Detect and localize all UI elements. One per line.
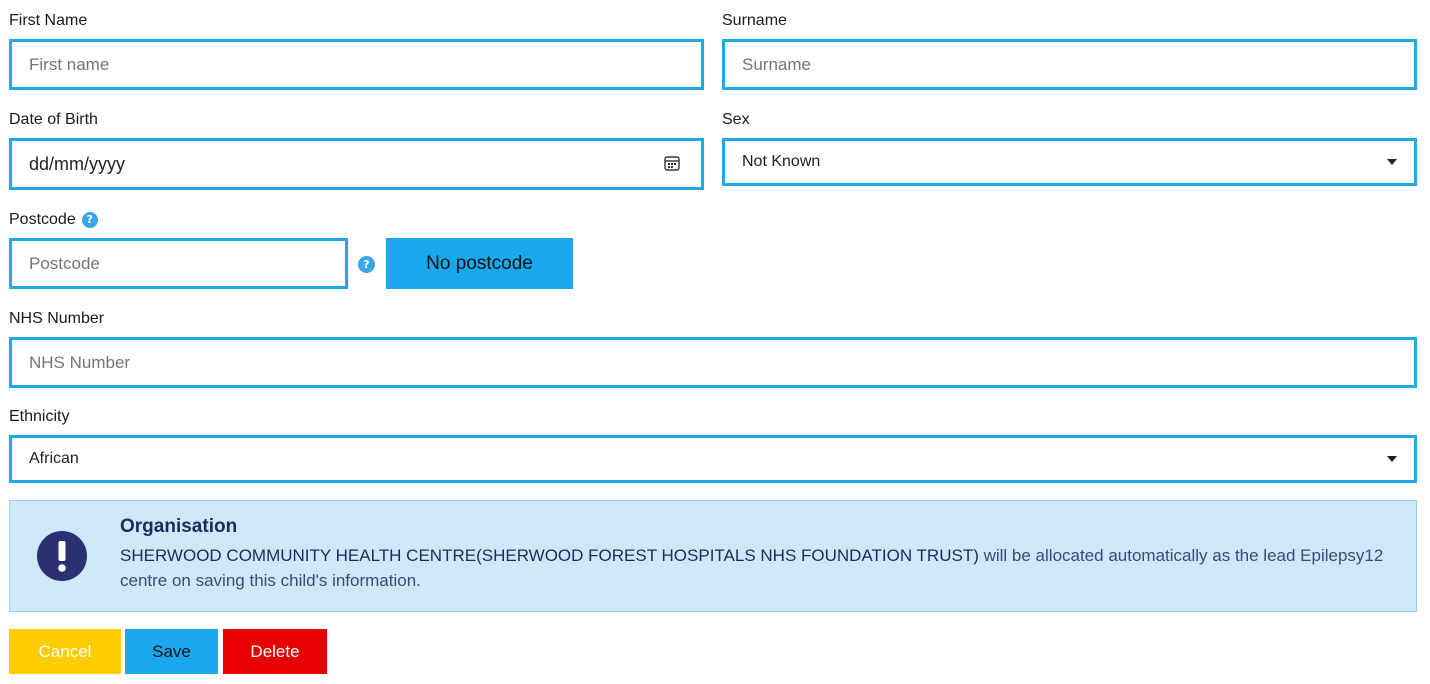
calendar-icon[interactable]: [664, 155, 680, 176]
organisation-message: SHERWOOD COMMUNITY HEALTH CENTRE(SHERWOO…: [120, 543, 1390, 593]
ethnicity-select[interactable]: African: [9, 435, 1417, 483]
register-child-form: First Name Surname Date of Birth dd/mm/y…: [0, 0, 1430, 684]
dob-input[interactable]: dd/mm/yyyy: [9, 138, 704, 190]
nhs-number-input[interactable]: [9, 337, 1417, 388]
sex-select[interactable]: Not Known: [722, 138, 1417, 186]
postcode-input[interactable]: [9, 238, 348, 289]
delete-button[interactable]: Delete: [223, 629, 327, 674]
organisation-name: SHERWOOD COMMUNITY HEALTH CENTRE(SHERWOO…: [120, 546, 979, 565]
question-circle-icon[interactable]: ?: [81, 212, 98, 228]
postcode-label: Postcode: [9, 211, 76, 228]
sex-value: Not Known: [742, 153, 821, 170]
postcode-label-row: Postcode ?: [9, 210, 98, 230]
ethnicity-value: African: [29, 450, 79, 467]
dob-label: Date of Birth: [9, 111, 98, 128]
organisation-title: Organisation: [120, 516, 238, 537]
ethnicity-label: Ethnicity: [9, 408, 70, 425]
chevron-down-icon: [1387, 456, 1397, 462]
nhs-number-label: NHS Number: [9, 310, 105, 327]
chevron-down-icon: [1387, 159, 1397, 165]
surname-input[interactable]: [722, 39, 1417, 90]
organisation-info-box: Organisation SHERWOOD COMMUNITY HEALTH C…: [9, 500, 1417, 612]
first-name-label: First Name: [9, 12, 88, 29]
surname-label: Surname: [722, 12, 787, 29]
dob-value: dd/mm/yyyy: [29, 153, 126, 174]
exclamation-circle-icon: [36, 530, 88, 587]
first-name-input[interactable]: [9, 39, 704, 90]
no-postcode-button[interactable]: No postcode: [386, 238, 573, 289]
question-circle-icon[interactable]: ?: [358, 256, 375, 273]
sex-label: Sex: [722, 111, 750, 128]
save-button[interactable]: Save: [125, 629, 218, 674]
cancel-button[interactable]: Cancel: [9, 629, 121, 674]
